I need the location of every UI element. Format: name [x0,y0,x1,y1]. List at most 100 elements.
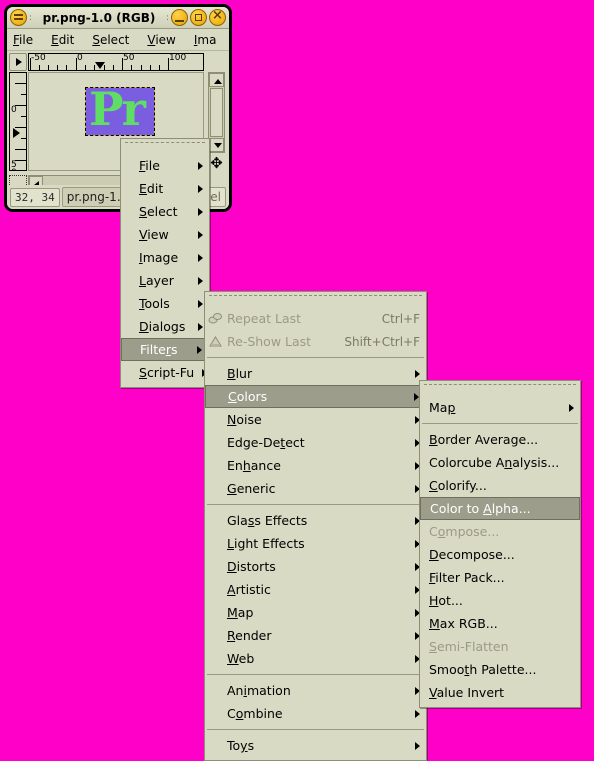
menu-item-repeat-last[interactable]: Repeat Last Ctrl+F [205,307,426,330]
menu-item-label: View [139,227,169,242]
titlebar[interactable]: : pr.png-1.0 (RGB) : [7,7,229,29]
menu-item-hot[interactable]: Hot... [420,589,580,612]
submenu-arrow-icon [198,299,203,308]
menu-item-filter-pack[interactable]: Filter Pack... [420,566,580,589]
vertical-scrollbar[interactable] [208,72,225,153]
menu-item-label: Blur [227,366,253,381]
menu-item-label: Map [429,400,456,415]
menu-item-edit[interactable]: Edit [121,177,209,200]
menubar-item-select[interactable]: Select [92,33,129,47]
menu-item-label: Image [139,250,179,265]
reshow-icon [208,334,223,349]
tearoff-handle[interactable] [424,384,576,393]
menu-item-web[interactable]: Web [205,647,426,670]
menu-item-map[interactable]: Map [205,601,426,624]
menu-item-blur[interactable]: Blur [205,362,426,385]
menu-item-max-rgb[interactable]: Max RGB... [420,612,580,635]
menu-item-layer[interactable]: Layer [121,269,209,292]
menu-item-colorify[interactable]: Colorify... [420,474,580,497]
tearoff-handle[interactable] [209,295,422,304]
menu-item-label: File [139,158,160,173]
menu-item-select[interactable]: Select [121,200,209,223]
vertical-scroll-thumb[interactable] [210,88,223,137]
submenu-arrow-icon [198,322,203,331]
menubar-item-view[interactable]: View [147,33,175,47]
menu-item-compose[interactable]: Compose... [420,520,580,543]
menu-item-map[interactable]: Map [420,396,580,419]
submenu-arrow-icon [198,161,203,170]
hruler-label-2: 50 [123,53,135,63]
window-menu-icon[interactable] [10,9,27,26]
menu-item-combine[interactable]: Combine [205,702,426,725]
tearoff-handle[interactable] [125,142,205,151]
menu-item-toys[interactable]: Toys [205,734,426,757]
menu-item-color-to-alpha[interactable]: Color to Alpha... [420,497,580,520]
menu-item-artistic[interactable]: Artistic [205,578,426,601]
canvas-image-text: Pr [89,82,146,136]
vruler-label-0: 0 [11,105,17,115]
hruler-tick [57,65,58,70]
menu-item-label: Tools [139,296,170,311]
menu-item-tools[interactable]: Tools [121,292,209,315]
menu-item-animation[interactable]: Animation [205,679,426,702]
vruler-tick [21,94,26,95]
menu-item-colorcube-analysis[interactable]: Colorcube Analysis... [420,451,580,474]
hruler-label-1: 0 [77,53,83,63]
menu-item-label: Max RGB... [429,616,498,631]
scroll-up-icon[interactable] [209,73,224,87]
hruler-tick [113,65,114,70]
menu-item-noise[interactable]: Noise [205,408,426,431]
menubar-item-image[interactable]: Ima [194,33,217,47]
hruler-tick [39,65,40,70]
close-icon[interactable] [209,7,226,26]
menu-item-light-effects[interactable]: Light Effects [205,532,426,555]
submenu-arrow-icon [415,741,420,750]
navigation-move-icon[interactable]: ✥ [208,155,225,172]
vruler-tick [21,116,26,117]
hruler-label-3: 100 [169,53,187,63]
menu-item-label: Compose... [429,524,500,539]
submenu-arrow-icon [198,230,203,239]
menu-item-label: Edit [139,181,164,196]
menu-item-dialogs[interactable]: Dialogs [121,315,209,338]
menu-item-decompose[interactable]: Decompose... [420,543,580,566]
menu-item-edge-detect[interactable]: Edge-Detect [205,431,426,454]
menu-item-label: Color to Alpha... [430,501,531,516]
menu-item-distorts[interactable]: Distorts [205,555,426,578]
menu-item-file[interactable]: File [121,154,209,177]
menu-item-semi-flatten[interactable]: Semi-Flatten [420,635,580,658]
vertical-ruler[interactable]: 0 5 0 [9,72,27,171]
menu-item-glass-effects[interactable]: Glass Effects [205,509,426,532]
submenu-arrow-icon [198,276,203,285]
menu-separator [207,674,424,675]
menu-item-generic[interactable]: Generic [205,477,426,500]
menu-item-border-average[interactable]: Border Average... [420,428,580,451]
submenu-arrow-icon [415,709,420,718]
vruler-tick [15,160,26,161]
menu-item-value-invert[interactable]: Value Invert [420,681,580,704]
menu-item-view[interactable]: View [121,223,209,246]
menu-item-enhance[interactable]: Enhance [205,454,426,477]
menu-item-smooth-palette[interactable]: Smooth Palette... [420,658,580,681]
hruler-tick [48,65,49,70]
menu-item-filters[interactable]: Filters [121,338,209,361]
menu-item-label: Artistic [227,582,271,597]
image-context-menu: File Edit Select View Image Layer Tools … [120,138,210,388]
vruler-label-2: 0 [11,169,17,171]
menubar-item-file[interactable]: File [13,33,33,47]
menubar-item-edit[interactable]: Edit [51,33,74,47]
titlebar-separator-left: : [29,12,33,23]
scroll-down-icon[interactable] [209,138,224,152]
menu-item-script-fu[interactable]: Script-Fu [121,361,209,384]
menu-item-image[interactable]: Image [121,246,209,269]
menu-item-colors[interactable]: Colors [205,385,426,408]
horizontal-ruler[interactable]: -50 0 50 100 [28,53,204,71]
selected-image-layer[interactable]: Pr [85,84,155,136]
minimize-icon[interactable] [171,9,188,26]
maximize-icon[interactable] [190,9,207,26]
ruler-corner-button[interactable] [9,53,27,71]
menu-item-reshow-last[interactable]: Re-Show Last Shift+Ctrl+F [205,330,426,353]
menu-item-render[interactable]: Render [205,624,426,647]
hruler-tick [131,65,132,70]
hruler-position-marker [95,62,105,69]
